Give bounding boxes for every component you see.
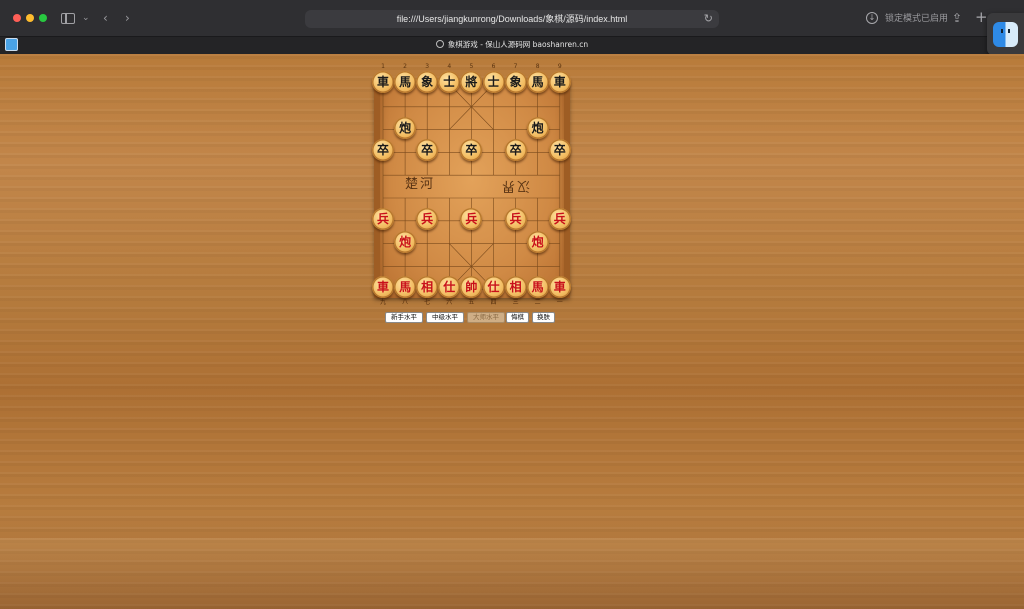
board-grid [382,83,561,290]
piece-red[interactable]: 馬 [526,276,549,299]
file-label-bottom: 一 [556,299,563,306]
download-icon[interactable]: ↓ [866,12,878,24]
piece-black[interactable]: 炮 [394,116,417,139]
wood-band [0,538,1024,609]
file-label-top: 6 [491,63,496,70]
piece-red[interactable]: 仕 [482,276,505,299]
sidebar-toggle-icon[interactable] [61,13,75,24]
piece-black[interactable]: 炮 [526,116,549,139]
chevron-down-icon[interactable]: ⌄ [82,10,90,26]
reload-icon[interactable]: ↻ [704,11,713,27]
file-label-bottom: 三 [512,299,519,306]
close-window-button[interactable] [13,14,21,22]
piece-black[interactable]: 卒 [504,139,527,162]
piece-black[interactable]: 士 [482,71,505,93]
master-level-button[interactable]: 大师水平 [467,312,505,323]
file-label-bottom: 五 [468,299,475,306]
piece-red[interactable]: 兵 [416,207,439,230]
back-arrow-icon[interactable]: ‹ [103,10,108,26]
file-label-top: 1 [381,63,385,70]
file-label-top: 8 [535,63,540,70]
globe-icon [435,40,444,48]
new-tab-icon[interactable]: + [975,8,988,26]
lockdown-mode-label[interactable]: 锁定模式已启用 [885,10,948,28]
piece-black[interactable]: 車 [548,71,571,93]
file-label-bottom: 二 [534,299,541,306]
share-icon[interactable]: ⇪ [952,10,962,26]
piece-black[interactable]: 馬 [526,71,549,93]
file-label-bottom: 四 [490,299,497,306]
undo-button[interactable]: 悔棋 [506,312,529,323]
tab-title[interactable]: 象棋游戏 - 保山人源码网 baoshanren.cn [0,38,1024,52]
file-label-bottom: 七 [424,299,431,306]
piece-red[interactable]: 炮 [526,230,549,253]
address-bar[interactable]: file:///Users/jiangkunrong/Downloads/象棋/… [305,10,719,28]
minimize-window-button[interactable] [26,14,34,22]
piece-black[interactable]: 象 [504,71,527,93]
piece-black[interactable]: 車 [372,71,394,93]
file-label-top: 3 [425,63,430,70]
file-label-top: 7 [513,63,518,70]
file-label-bottom: 八 [402,299,409,306]
title-bar: ⌄ ‹ › file:///Users/jiangkunrong/Downloa… [0,0,1024,36]
piece-black[interactable]: 馬 [394,71,417,93]
file-label-top: 2 [403,63,407,70]
piece-red[interactable]: 兵 [504,207,527,230]
novice-level-button[interactable]: 新手水平 [385,312,423,323]
address-text: file:///Users/jiangkunrong/Downloads/象棋/… [396,14,628,24]
piece-red[interactable]: 炮 [394,230,417,253]
forward-arrow-icon[interactable]: › [125,10,130,26]
file-label-top: 4 [447,63,452,70]
file-label-top: 9 [557,63,562,70]
river-chu-he: 楚河 [405,177,436,192]
piece-red[interactable]: 車 [548,276,571,299]
file-label-top: 5 [469,63,474,70]
intermediate-level-button[interactable]: 中级水平 [426,312,464,323]
finder-face-icon [993,22,1018,47]
finder-dock-icon[interactable] [987,13,1024,55]
chess-board[interactable] [374,82,570,298]
piece-red[interactable]: 相 [504,276,527,299]
river-han-jie: 汉界 [500,178,531,193]
change-skin-button[interactable]: 换肤 [532,312,555,323]
browser-chrome: ⌄ ‹ › file:///Users/jiangkunrong/Downloa… [0,0,1024,54]
zoom-window-button[interactable] [39,14,47,22]
file-label-bottom: 六 [446,299,453,306]
file-label-bottom: 九 [379,299,386,306]
piece-red[interactable]: 兵 [372,207,394,230]
tab-title-text: 象棋游戏 - 保山人源码网 baoshanren.cn [447,40,589,49]
piece-red[interactable]: 兵 [548,207,571,230]
